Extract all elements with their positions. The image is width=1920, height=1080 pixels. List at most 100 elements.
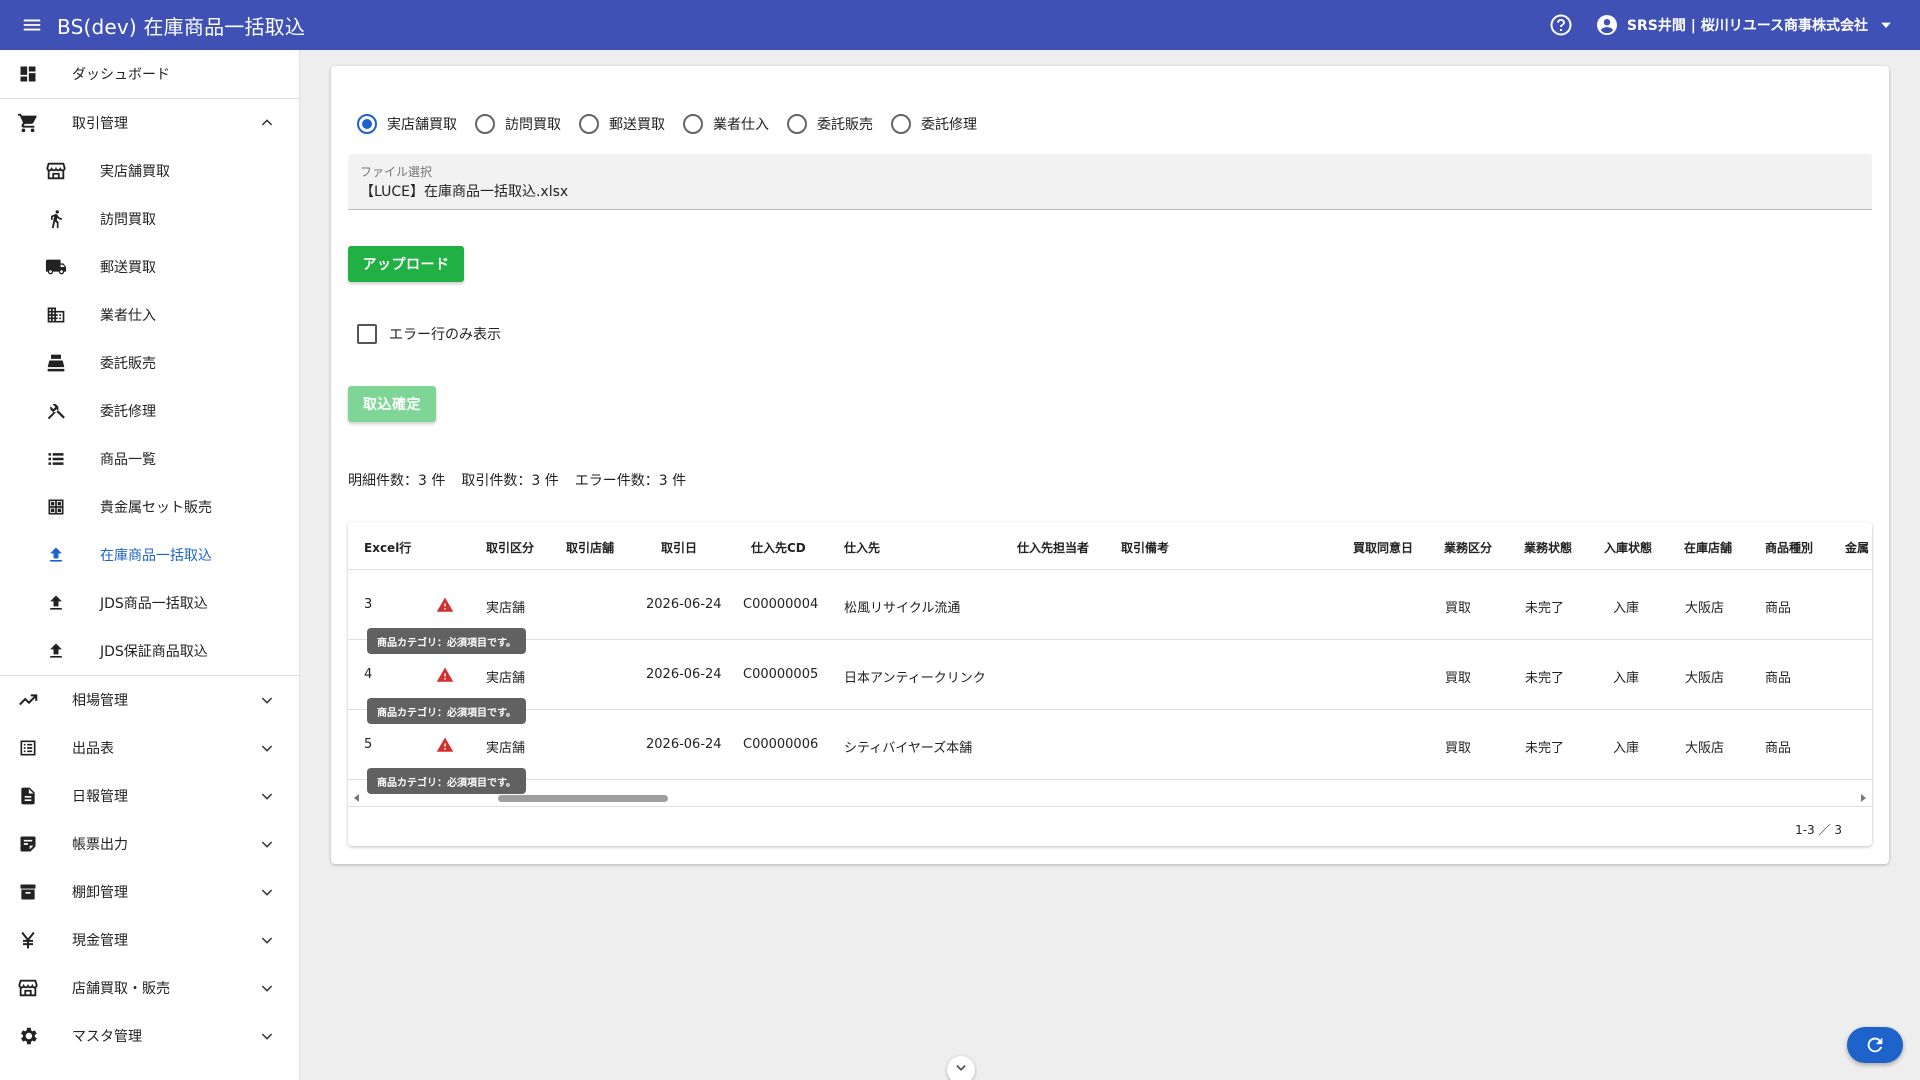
help-button[interactable] [1547,11,1575,39]
error-only-checkbox[interactable]: エラー行のみ表示 [357,324,501,344]
sidebar-item-store-trade[interactable]: 店舗買取・販売 [0,964,299,1012]
warning-icon[interactable] [436,736,454,754]
sidebar-subitem-consignment-repair[interactable]: 委託修理 [0,387,299,435]
upload-icon [44,543,68,567]
sidebar-item-label: マスタ管理 [72,1029,142,1045]
scroll-left-icon[interactable] [352,793,362,803]
sidebar-item-listing-sheet[interactable]: 出品表 [0,724,299,772]
warning-icon[interactable] [436,596,454,614]
sidebar-item-cash-management[interactable]: 現金管理 [0,916,299,964]
cell-kind: 実店舗 [486,741,526,756]
sidebar-item-master[interactable]: マスタ管理 [0,1012,299,1060]
cell-excel-row: 3 [364,597,373,612]
scrollbar-thumb[interactable] [498,795,668,802]
column-header[interactable]: 金属 [1845,539,1869,556]
app-bar: BS(dev) 在庫商品一括取込 SRS井間 | 桜川リユース商事株式会社 [0,0,1920,50]
radio-label: 訪問買取 [505,117,561,133]
column-header[interactable]: 仕入先CD [751,539,806,556]
chevron-down-icon [255,832,279,856]
cell-status: 未完了 [1525,601,1565,616]
upload-button[interactable]: アップロード [348,246,464,282]
caret-down-icon [1881,22,1891,28]
column-header[interactable]: 商品種別 [1765,539,1813,556]
sidebar-subitem-precious-metal-set[interactable]: 貴金属セット販売 [0,483,299,531]
document-icon [16,784,40,808]
warning-icon[interactable] [436,666,454,684]
column-header[interactable]: 取引区分 [486,539,534,556]
column-header[interactable]: 取引日 [661,539,697,556]
note-icon [16,832,40,856]
radio-consignment-repair[interactable]: 委託修理 [891,114,977,134]
column-header[interactable]: 取引店舗 [566,539,614,556]
sidebar-item-label: JDS商品一括取込 [100,596,208,612]
sidebar-item-daily-report[interactable]: 日報管理 [0,772,299,820]
cell-supplier: シティバイヤーズ本舗 [844,741,973,756]
column-header[interactable]: 入庫状態 [1604,539,1652,556]
sidebar-item-market-price[interactable]: 相場管理 [0,676,299,724]
refresh-icon [1867,1037,1883,1053]
user-menu[interactable]: SRS井間 | 桜川リユース商事株式会社 [1595,13,1892,37]
cell-supplier-cd: C00000005 [743,667,819,682]
column-header[interactable]: 業務区分 [1444,539,1492,556]
sidebar-subitem-jds-warranty-import[interactable]: JDS保証商品取込 [0,627,299,675]
sidebar-item-transaction-management[interactable]: 取引管理 [0,99,299,147]
column-header[interactable]: 仕入先担当者 [1017,539,1089,556]
bottom-panel-toggle[interactable] [947,1056,975,1080]
confirm-import-button[interactable]: 取込確定 [348,386,436,422]
column-header[interactable]: 在庫店舗 [1684,539,1732,556]
radio-label: 委託販売 [817,117,873,133]
sidebar-item-dashboard[interactable]: ダッシュボード [0,50,299,98]
table-row[interactable]: 5 実店舗 2026-06-24 C00000006 シティバイヤーズ本舗 買取… [348,710,1872,794]
import-card: 実店舗買取 訪問買取 郵送買取 業者仕入 委託販売 委託修理 ファイル選択 【L… [331,66,1889,864]
radio-vendor-purchase[interactable]: 業者仕入 [683,114,769,134]
sidebar-subitem-visit-purchase[interactable]: 訪問買取 [0,195,299,243]
list-box-icon [16,736,40,760]
upload-icon [44,591,68,615]
cell-stock-state: 入庫 [1613,671,1640,686]
sidebar-item-report-output[interactable]: 帳票出力 [0,820,299,868]
column-header[interactable]: 取引備考 [1121,539,1169,556]
radio-mail-purchase[interactable]: 郵送買取 [579,114,665,134]
checkbox-label: エラー行のみ表示 [389,327,501,343]
column-header[interactable]: 業務状態 [1524,539,1572,556]
sidebar-item-label: 取引管理 [72,116,128,132]
sidebar-subitem-store-purchase[interactable]: 実店舗買取 [0,147,299,195]
cell-kind: 実店舗 [486,671,526,686]
sidebar-subitem-jds-bulk-import[interactable]: JDS商品一括取込 [0,579,299,627]
menu-button[interactable] [17,10,47,40]
radio-indicator [891,114,911,134]
error-tooltip: 商品カテゴリ：必須項目です。 [367,628,526,654]
chevron-down-icon [255,784,279,808]
table-row[interactable]: 3 実店舗 2026-06-24 C00000004 松風リサイクル流通 買取 … [348,570,1872,654]
column-header[interactable]: 買取同意日 [1353,539,1413,556]
list-icon [44,447,68,471]
radio-consignment-sales[interactable]: 委託販売 [787,114,873,134]
sidebar-subitem-product-list[interactable]: 商品一覧 [0,435,299,483]
chevron-down-icon [255,880,279,904]
sidebar-item-label: 委託販売 [100,356,156,372]
scroll-right-icon[interactable] [1858,793,1868,803]
radio-store-purchase[interactable]: 実店舗買取 [357,114,457,134]
sidebar-subitem-stock-bulk-import[interactable]: 在庫商品一括取込 [0,531,299,579]
refresh-button[interactable] [1847,1027,1903,1063]
table-row[interactable]: 4 実店舗 2026-06-24 C00000005 日本アンティークリンク 買… [348,640,1872,724]
column-header[interactable]: Excel行 [364,539,411,556]
cell-kind: 実店舗 [486,601,526,616]
radio-visit-purchase[interactable]: 訪問買取 [475,114,561,134]
dashboard-icon [16,62,40,86]
cell-business: 買取 [1445,671,1472,686]
import-table: Excel行 取引区分 取引店舗 取引日 仕入先CD 仕入先 仕入先担当者 取引… [348,522,1872,846]
file-select-field[interactable]: ファイル選択 【LUCE】在庫商品一括取込.xlsx [348,154,1872,210]
cell-business: 買取 [1445,741,1472,756]
chevron-down-icon [255,928,279,952]
cart-icon [16,111,40,135]
sidebar-subitem-mail-purchase[interactable]: 郵送買取 [0,243,299,291]
truck-icon [44,255,68,279]
sidebar-subitem-vendor-purchase[interactable]: 業者仕入 [0,291,299,339]
column-header[interactable]: 仕入先 [844,539,880,556]
horizontal-scrollbar[interactable] [348,790,1872,806]
sidebar-item-label: 相場管理 [72,693,128,709]
sidebar-subitem-consignment-sales[interactable]: 委託販売 [0,339,299,387]
trending-icon [16,688,40,712]
sidebar-item-inventory[interactable]: 棚卸管理 [0,868,299,916]
